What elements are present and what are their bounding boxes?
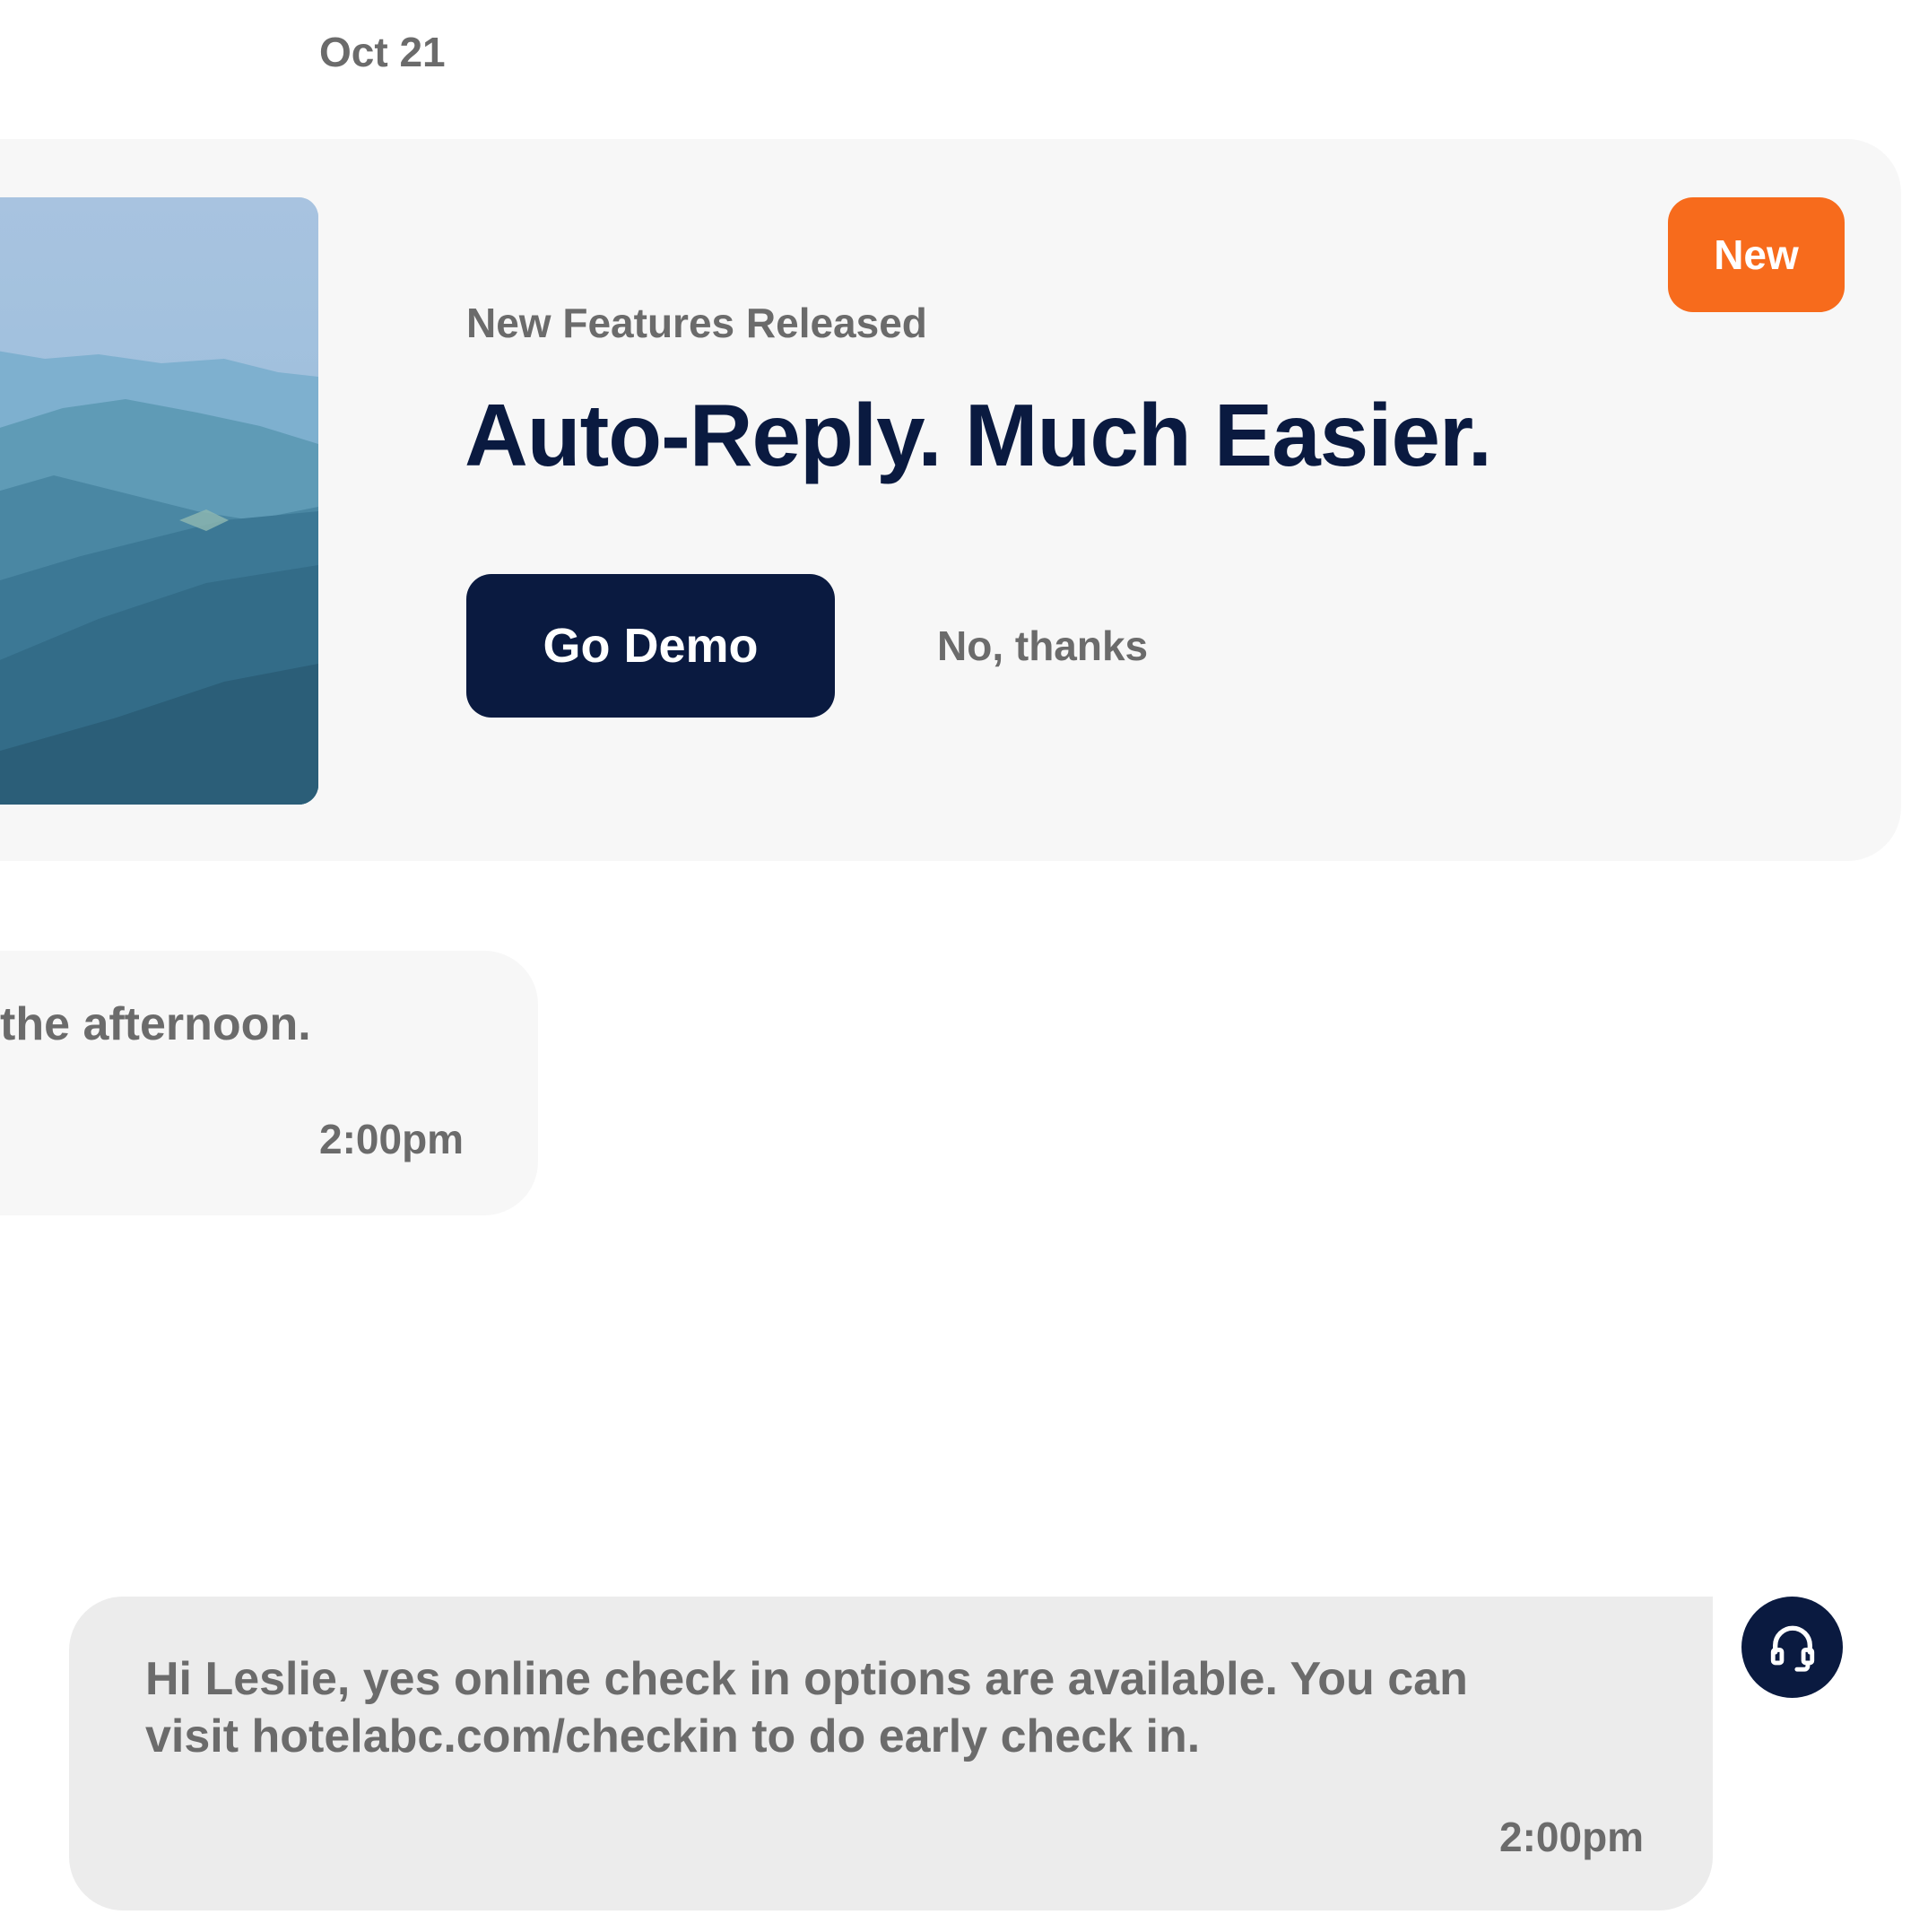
headset-icon [1770,1625,1814,1672]
incoming-message-text: the afternoon. [0,998,311,1050]
new-badge: New [1668,197,1845,312]
incoming-message-bubble [0,951,538,1215]
promo-image [0,197,318,805]
promo-headline: Auto-Reply. Much Easier. [465,386,1492,484]
promo-eyebrow: New Features Released [466,300,927,346]
incoming-message-time: 2:00pm [319,1116,465,1162]
mountain-landscape-image [0,197,318,805]
agent-avatar [1741,1597,1843,1698]
no-thanks-button[interactable]: No, thanks [937,619,1148,673]
outgoing-message-time: 2:00pm [1499,1814,1645,1860]
go-demo-button[interactable]: Go Demo [466,574,835,718]
date-separator: Oct 21 [319,29,446,75]
outgoing-message-text: Hi Leslie, yes online check in options a… [145,1653,1468,1762]
